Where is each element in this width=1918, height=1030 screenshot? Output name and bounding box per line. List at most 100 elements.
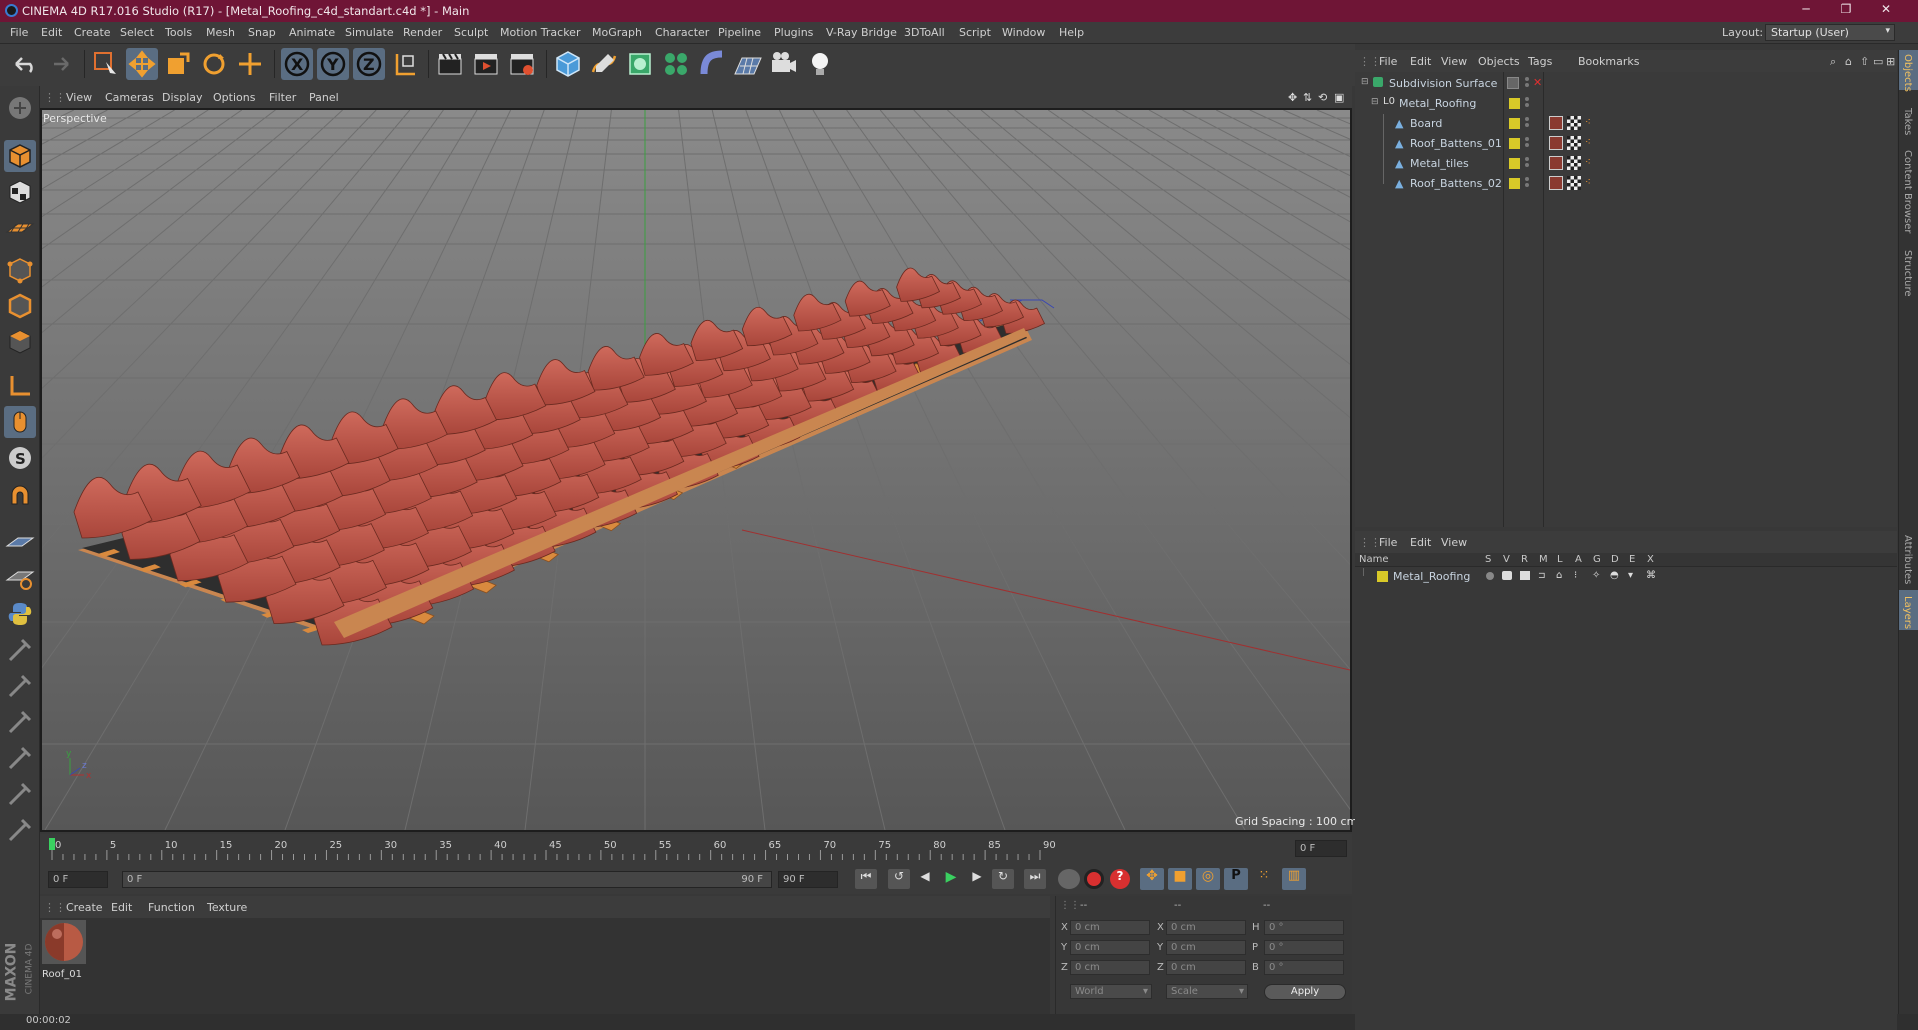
menu-3dtoall[interactable]: 3DToAll xyxy=(904,26,945,39)
editor-visibility-icon[interactable] xyxy=(1507,77,1519,89)
key-pla-button[interactable]: ⁙ xyxy=(1252,868,1276,890)
key-rotation-button[interactable]: ◎ xyxy=(1196,868,1220,890)
material-tag-icon[interactable] xyxy=(1549,136,1563,150)
restore-button[interactable]: ❐ xyxy=(1826,2,1866,20)
column-view[interactable]: V xyxy=(1503,554,1510,565)
menu-render[interactable]: Render xyxy=(403,26,442,39)
visibility-dots-icon[interactable] xyxy=(1525,157,1529,169)
live-selection-button[interactable] xyxy=(90,48,122,80)
texture-mode-button[interactable] xyxy=(4,176,36,208)
menu-create[interactable]: Create xyxy=(74,26,111,39)
autokey-button[interactable]: ? xyxy=(1110,869,1130,889)
menu-animate[interactable]: Animate xyxy=(289,26,335,39)
object-menu-edit[interactable]: Edit xyxy=(1410,55,1431,68)
timeline-track[interactable]: 0 5 10 15 20 25 30 35 40 45 50 55 60 65 70 75 80 85 90 xyxy=(40,834,1352,864)
solo-toggle-icon[interactable] xyxy=(1486,572,1494,580)
size-mode-select[interactable]: Scale ▾ xyxy=(1166,984,1248,999)
layer-color-swatch[interactable] xyxy=(1377,571,1388,582)
rot-p-field[interactable]: 0 ° xyxy=(1264,940,1344,955)
animation-toggle-icon[interactable]: ⁝ xyxy=(1574,570,1577,581)
go-to-next-key-button[interactable]: ↻ xyxy=(992,869,1014,889)
minimize-button[interactable]: ─ xyxy=(1786,2,1826,20)
add-mograph-button[interactable] xyxy=(660,48,692,80)
key-position-button[interactable]: ✥ xyxy=(1140,868,1164,890)
add-cube-button[interactable] xyxy=(552,48,584,80)
step-forward-button[interactable]: ▶ xyxy=(966,869,988,889)
add-environment-button[interactable] xyxy=(732,48,764,80)
record-button[interactable] xyxy=(1084,869,1104,889)
column-render[interactable]: R xyxy=(1521,554,1528,565)
end-frame-field[interactable]: 90 F xyxy=(778,871,838,888)
add-deformer-button[interactable] xyxy=(696,48,728,80)
layer-color-swatch[interactable] xyxy=(1509,98,1520,109)
edges-mode-button[interactable] xyxy=(4,290,36,322)
viewport-menu-panel[interactable]: Panel xyxy=(309,91,339,104)
menu-select[interactable]: Select xyxy=(120,26,154,39)
object-row-metal-roofing[interactable]: ⊟ L0 Metal_Roofing xyxy=(1355,94,1897,114)
coordinate-system-button[interactable] xyxy=(389,48,421,80)
y-axis-lock-button[interactable]: Y xyxy=(317,48,349,80)
viewport-menu-display[interactable]: Display xyxy=(162,91,203,104)
disabled-cross-icon[interactable]: ✕ xyxy=(1533,76,1542,89)
key-parameter-button[interactable]: P xyxy=(1224,868,1248,890)
viewport-menu-view[interactable]: View xyxy=(66,91,92,104)
render-view-button[interactable] xyxy=(434,48,466,80)
tab-structure[interactable]: Structure xyxy=(1902,250,1913,297)
layout-select[interactable]: Startup (User) ▾ xyxy=(1765,24,1895,41)
viewport-rotate-icon[interactable]: ⟲ xyxy=(1318,91,1327,104)
menu-sculpt[interactable]: Sculpt xyxy=(454,26,488,39)
menu-pipeline[interactable]: Pipeline xyxy=(718,26,761,39)
phong-tag-icon[interactable]: ⁖ xyxy=(1585,117,1591,128)
workplane-mode-button[interactable] xyxy=(4,212,36,244)
column-name[interactable]: Name xyxy=(1359,554,1389,565)
go-to-end-button[interactable]: ⏭ xyxy=(1024,869,1046,889)
perspective-viewport[interactable]: y x z xyxy=(40,108,1352,832)
material-menu-create[interactable]: Create xyxy=(66,901,103,914)
viewport-dolly-icon[interactable]: ⇅ xyxy=(1303,91,1312,104)
z-axis-lock-button[interactable]: Z xyxy=(353,48,385,80)
axis-mode-button[interactable] xyxy=(4,370,36,402)
column-deformers[interactable]: D xyxy=(1611,554,1619,565)
manager-toggle-icon[interactable]: ⊐ xyxy=(1538,571,1546,581)
timeline-ruler[interactable]: 0 5 10 15 20 25 30 35 40 45 50 55 60 65 70 75 80 85 90 0 F xyxy=(40,834,1352,864)
material-swatch[interactable]: Roof_01 xyxy=(42,920,86,982)
locked-workplane-button[interactable] xyxy=(4,562,36,594)
layer-color-swatch[interactable] xyxy=(1509,118,1520,129)
generator-toggle-icon[interactable]: ✧ xyxy=(1592,570,1600,581)
column-lock[interactable]: L xyxy=(1557,554,1563,565)
brush-tool-f-button[interactable] xyxy=(4,814,36,846)
column-generators[interactable]: G xyxy=(1593,554,1601,565)
menu-vray-bridge[interactable]: V-Ray Bridge xyxy=(826,26,897,39)
phong-tag-icon[interactable]: ⁖ xyxy=(1585,137,1591,148)
model-mode-button[interactable] xyxy=(4,140,36,172)
material-tag-icon[interactable] xyxy=(1549,116,1563,130)
add-light-button[interactable] xyxy=(804,48,836,80)
start-frame-field[interactable]: 0 F xyxy=(48,871,108,888)
brush-tool-d-button[interactable] xyxy=(4,742,36,774)
viewport-maximize-icon[interactable]: ▣ xyxy=(1334,91,1344,104)
object-row-metal-tiles[interactable]: ▲ Metal_tiles ⁖ xyxy=(1355,154,1897,174)
coordinate-mode-select[interactable]: World ▾ xyxy=(1070,984,1152,999)
object-menu-tags[interactable]: Tags xyxy=(1528,55,1552,68)
step-back-button[interactable]: ◀ xyxy=(914,869,936,889)
pos-y-field[interactable]: 0 cm xyxy=(1070,940,1150,955)
menu-character[interactable]: Character xyxy=(655,26,709,39)
expression-toggle-icon[interactable]: ▾ xyxy=(1628,570,1633,581)
material-tag-icon[interactable] xyxy=(1549,176,1563,190)
viewport-menu-options[interactable]: Options xyxy=(213,91,255,104)
collapse-toggle-icon[interactable]: ⊟ xyxy=(1371,97,1379,107)
apply-button[interactable]: Apply xyxy=(1264,984,1346,1000)
viewport-menu-filter[interactable]: Filter xyxy=(269,91,296,104)
material-menu-texture[interactable]: Texture xyxy=(207,901,247,914)
phong-tag-icon[interactable]: ⁖ xyxy=(1585,157,1591,168)
menu-mograph[interactable]: MoGraph xyxy=(592,26,642,39)
brush-tool-a-button[interactable] xyxy=(4,634,36,666)
render-settings-button[interactable] xyxy=(506,48,538,80)
pos-x-field[interactable]: 0 cm xyxy=(1070,920,1150,935)
points-mode-button[interactable] xyxy=(4,254,36,286)
menu-edit[interactable]: Edit xyxy=(41,26,62,39)
render-toggle-icon[interactable] xyxy=(1520,571,1530,580)
scale-tool-button[interactable] xyxy=(162,48,194,80)
texture-tag-icon[interactable] xyxy=(1567,116,1581,130)
layer-menu-view[interactable]: View xyxy=(1441,536,1467,549)
